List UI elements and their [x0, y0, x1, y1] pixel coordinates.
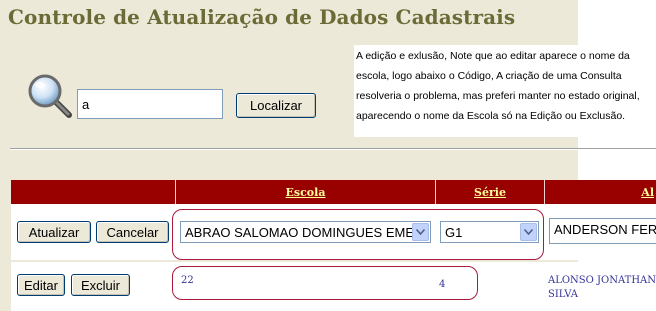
row-highlight-outline — [172, 266, 478, 300]
serie-select[interactable]: G1 — [440, 221, 539, 243]
magnifier-icon — [28, 74, 72, 118]
explanation-note: A edição e exlusão, Note que ao editar a… — [354, 45, 656, 137]
aluno-input[interactable]: ANDERSON FERREIRA — [549, 218, 656, 244]
page-title: Controle de Atualização de Dados Cadastr… — [8, 5, 516, 29]
serie-select-value: G1 — [445, 224, 463, 240]
edit-button[interactable]: Editar — [17, 274, 65, 296]
search-input[interactable] — [77, 89, 223, 119]
note-line: A edição e exlusão, Note que ao editar a… — [356, 50, 630, 62]
note-line: escola, logo abaixo o Código, A criação … — [356, 70, 622, 82]
update-button[interactable]: Atualizar — [17, 221, 91, 243]
chevron-down-icon[interactable] — [412, 223, 429, 241]
search-button[interactable]: Localizar — [236, 93, 316, 118]
grid-header: Escola Série Al — [11, 180, 656, 204]
chevron-down-icon[interactable] — [520, 223, 537, 241]
escola-select[interactable]: ABRAO SALOMAO DOMINGUES EMEF — [180, 221, 431, 243]
escola-select-value: ABRAO SALOMAO DOMINGUES EMEF — [185, 224, 422, 240]
column-header-escola[interactable]: Escola — [175, 180, 435, 204]
note-line: aparecendo o nome da Escola só na Edição… — [356, 110, 626, 122]
delete-button[interactable]: Excluir — [71, 274, 130, 296]
column-header-serie[interactable]: Série — [435, 180, 544, 204]
column-header-aluno[interactable]: Al — [544, 180, 656, 204]
note-line: resolveria o problema, mas preferi mante… — [356, 90, 640, 102]
escola-code: 22 — [181, 275, 194, 286]
aluno-name-line1: ALONSO JONATHAN — [548, 275, 656, 286]
serie-value: 4 — [439, 279, 446, 290]
aluno-name-line2: SILVA — [548, 289, 579, 300]
cancel-button[interactable]: Cancelar — [96, 221, 169, 243]
divider — [10, 148, 656, 150]
